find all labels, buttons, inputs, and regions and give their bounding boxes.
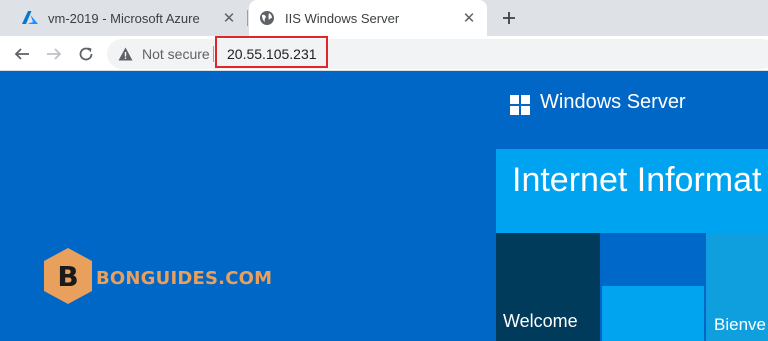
forward-button[interactable] bbox=[40, 40, 68, 68]
tab-title: IIS Windows Server bbox=[285, 10, 400, 26]
welcome-text: Welcome bbox=[503, 311, 578, 331]
watermark-text: BONGUIDES.COM bbox=[96, 268, 273, 289]
url-highlight-box bbox=[215, 36, 328, 68]
tab-divider bbox=[247, 10, 248, 26]
plus-icon bbox=[503, 12, 515, 24]
tile-gap bbox=[704, 233, 706, 341]
bienvenue-text: Bienve bbox=[714, 315, 766, 334]
welcome-tile: Welcome bbox=[496, 233, 602, 341]
bonguides-logo-icon: B bbox=[44, 248, 92, 304]
arrow-left-icon bbox=[14, 48, 29, 60]
cyan-tile bbox=[602, 286, 706, 341]
reload-icon bbox=[79, 47, 93, 61]
iis-welcome-page: Windows Server Internet Informat Welcome… bbox=[0, 71, 768, 341]
address-bar[interactable]: Not secure 20.55.105.231 bbox=[107, 39, 768, 69]
tab-iis[interactable]: IIS Windows Server ✕ bbox=[249, 0, 487, 36]
warning-icon bbox=[116, 45, 134, 63]
browser-toolbar: Not secure 20.55.105.231 bbox=[0, 36, 768, 71]
windows-logo-icon bbox=[510, 95, 530, 115]
reload-button[interactable] bbox=[72, 40, 100, 68]
tab-strip: vm-2019 - Microsoft Azure ✕ IIS Windows … bbox=[0, 0, 768, 36]
bonguides-watermark: B BONGUIDES.COM bbox=[40, 246, 272, 306]
arrow-right-icon bbox=[47, 48, 62, 60]
azure-icon bbox=[22, 10, 38, 26]
tab-title: vm-2019 - Microsoft Azure bbox=[48, 10, 200, 26]
globe-icon bbox=[259, 10, 275, 26]
site-info-button[interactable]: Not secure bbox=[116, 39, 210, 69]
omnibox-divider bbox=[213, 46, 214, 62]
iis-title-text: Internet Informat bbox=[512, 161, 762, 199]
back-button[interactable] bbox=[8, 40, 36, 68]
windows-server-title: Windows Server bbox=[540, 91, 686, 113]
security-label: Not secure bbox=[142, 46, 210, 62]
iis-title-tile: Internet Informat bbox=[496, 149, 768, 233]
blue-tile bbox=[602, 233, 706, 286]
close-tab-icon[interactable]: ✕ bbox=[460, 9, 478, 27]
close-tab-icon[interactable]: ✕ bbox=[220, 9, 238, 27]
new-tab-button[interactable] bbox=[498, 7, 520, 29]
svg-text:B: B bbox=[57, 260, 78, 293]
bienvenue-tile: Bienve bbox=[706, 233, 768, 341]
tile-gap bbox=[600, 233, 602, 341]
tab-azure[interactable]: vm-2019 - Microsoft Azure ✕ bbox=[14, 0, 247, 36]
